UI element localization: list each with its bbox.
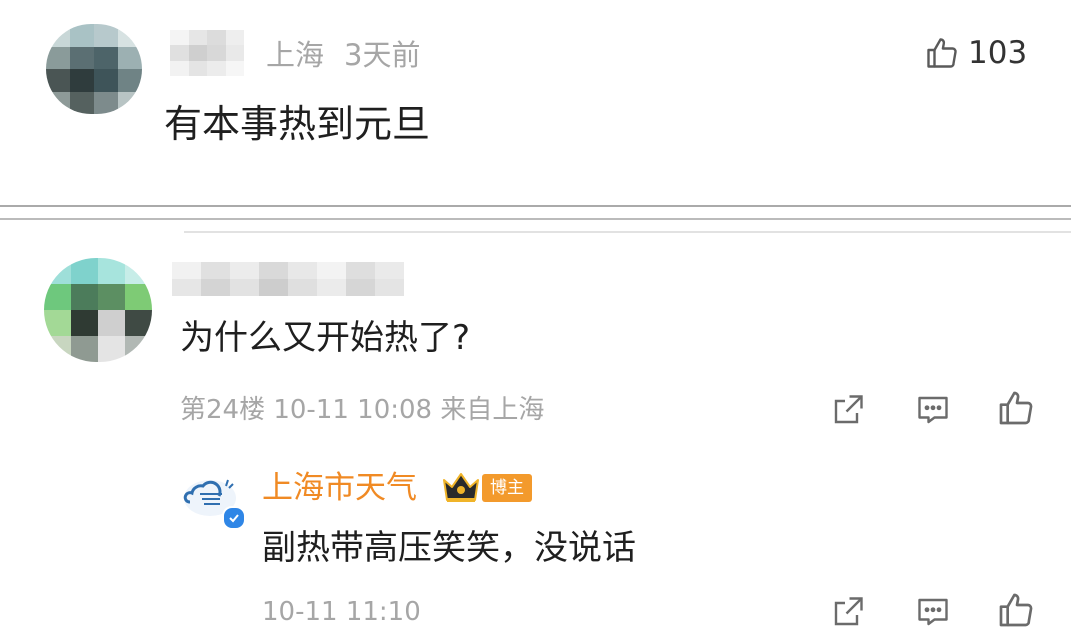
comment-location: 上海: [266, 38, 325, 72]
blogger-badge: 博主: [482, 474, 532, 502]
share-button[interactable]: [830, 392, 866, 428]
username-blurred[interactable]: [172, 262, 404, 296]
crown-icon: [440, 470, 482, 506]
reply-text: 副热带高压笑笑，没说话: [262, 528, 636, 568]
divider: [0, 205, 1071, 207]
avatar[interactable]: [44, 258, 152, 362]
thumb-up-icon: [999, 391, 1033, 425]
share-button[interactable]: [830, 594, 866, 630]
comment-button[interactable]: [914, 594, 952, 630]
share-icon: [834, 395, 863, 424]
comment-button[interactable]: [914, 392, 952, 428]
thumb-up-icon: [924, 35, 960, 71]
comment-text: 为什么又开始热了?: [180, 318, 471, 358]
reply-author-name[interactable]: 上海市天气: [262, 468, 417, 508]
comment-time: 3天前: [344, 38, 421, 72]
like-count: 103: [968, 35, 1028, 71]
divider-light: [0, 218, 1071, 220]
reply-time: 10-11 11:10: [262, 597, 421, 627]
comment-meta: 第24楼 10-11 10:08 来自上海: [180, 395, 545, 425]
avatar[interactable]: [46, 24, 142, 114]
comment-text: 有本事热到元旦: [164, 102, 431, 146]
divider-faint: [184, 231, 1071, 233]
like-button[interactable]: 103: [924, 32, 1034, 74]
share-icon: [834, 597, 863, 626]
username-blurred[interactable]: [170, 30, 244, 76]
thumb-up-icon: [999, 593, 1033, 627]
verified-icon: [222, 506, 246, 530]
like-button[interactable]: [996, 388, 1036, 428]
comment-icon: [918, 396, 948, 424]
like-button[interactable]: [996, 590, 1036, 630]
comment-icon: [918, 598, 948, 626]
